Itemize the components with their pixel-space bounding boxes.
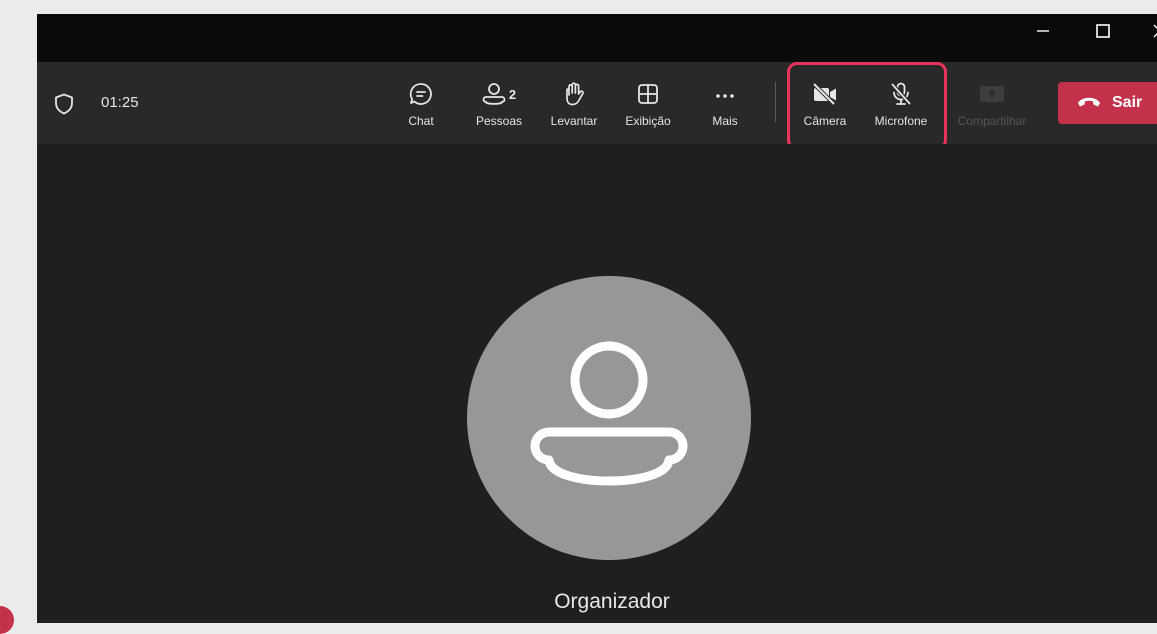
- close-button[interactable]: [1137, 14, 1157, 48]
- people-label: Pessoas: [475, 114, 523, 128]
- participant-avatar: [467, 276, 751, 560]
- camera-off-icon: [811, 80, 839, 108]
- mic-off-icon: [888, 80, 914, 108]
- maximize-button[interactable]: [1080, 14, 1126, 48]
- minimize-button[interactable]: [1020, 14, 1066, 48]
- phone-hangup-icon: [1076, 94, 1102, 113]
- hand-icon: [561, 80, 587, 108]
- toolbar-divider: [775, 82, 776, 122]
- chat-label: Chat: [408, 114, 434, 128]
- person-icon: [530, 341, 688, 486]
- title-bar: [37, 14, 1157, 62]
- raise-hand-label: Levantar: [550, 114, 598, 128]
- grid-icon: [636, 80, 660, 108]
- people-count: 2: [508, 86, 517, 102]
- minimize-icon: [1037, 30, 1049, 32]
- more-label: Mais: [712, 114, 738, 128]
- close-icon: [1153, 24, 1157, 38]
- view-label: Exibição: [625, 114, 671, 128]
- camera-button[interactable]: Câmera: [797, 80, 853, 132]
- more-button[interactable]: Mais: [707, 80, 743, 132]
- leave-label: Sair: [1112, 94, 1143, 111]
- participant-name: Organizador: [554, 590, 670, 613]
- microphone-label: Microfone: [874, 114, 928, 128]
- people-icon: 2: [482, 80, 516, 108]
- leave-button[interactable]: Sair: [1058, 82, 1157, 124]
- meeting-toolbar: 01:25 Chat 2 Pessoas Levantar Exibição M…: [37, 62, 1157, 150]
- share-icon: [978, 80, 1006, 108]
- shield-icon: [54, 93, 74, 120]
- maximize-icon: [1096, 24, 1110, 38]
- chat-button[interactable]: Chat: [403, 80, 439, 132]
- people-button[interactable]: 2 Pessoas: [469, 80, 529, 132]
- chat-icon: [408, 80, 434, 108]
- video-stage: Organizador: [37, 144, 1157, 623]
- corner-decoration: [0, 606, 14, 634]
- camera-label: Câmera: [803, 114, 847, 128]
- view-button[interactable]: Exibição: [620, 80, 676, 132]
- meeting-window: 01:25 Chat 2 Pessoas Levantar Exibição M…: [37, 14, 1157, 623]
- share-button[interactable]: Compartilhar: [949, 80, 1035, 132]
- meeting-timer: 01:25: [101, 94, 139, 111]
- raise-hand-button[interactable]: Levantar: [544, 80, 604, 132]
- microphone-button[interactable]: Microfone: [867, 80, 935, 132]
- share-label: Compartilhar: [957, 114, 1027, 128]
- more-icon: [714, 80, 736, 108]
